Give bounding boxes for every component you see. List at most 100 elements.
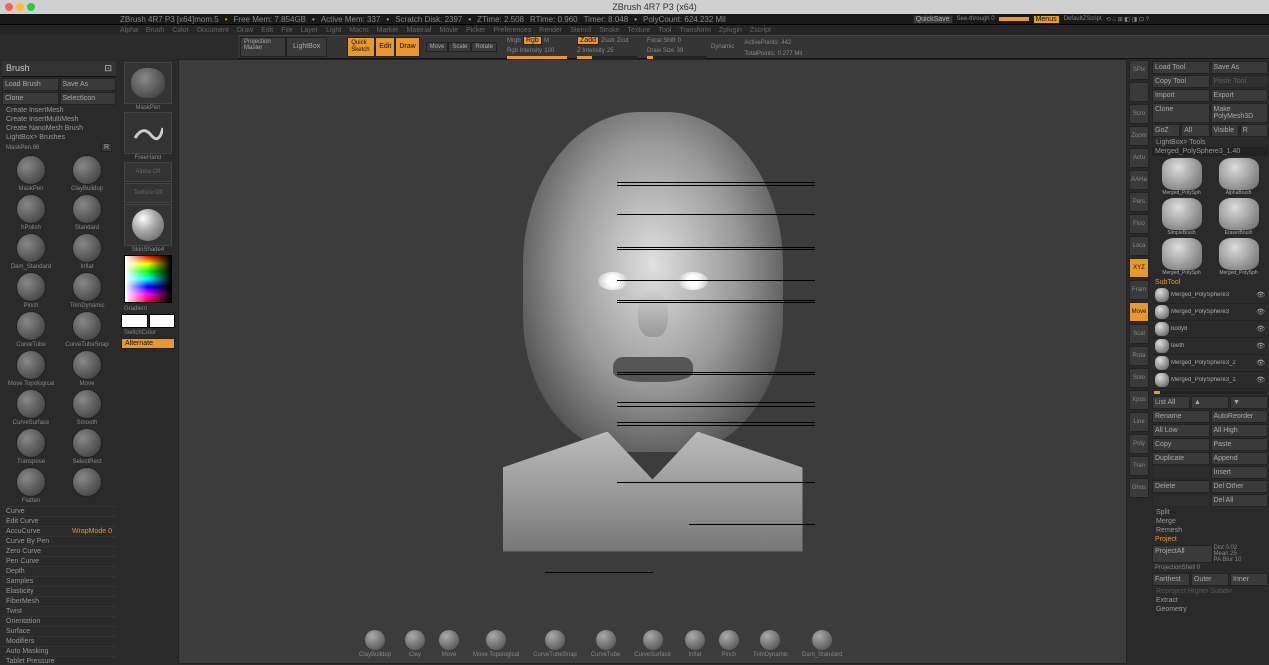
- brush-curvetubesnap[interactable]: CurveTubeSnap: [60, 311, 114, 348]
- clone-tool-button[interactable]: Clone: [1152, 103, 1210, 123]
- viewport-transp[interactable]: Tran: [1129, 456, 1149, 476]
- create-create-insertmesh[interactable]: Create InsertMesh: [2, 106, 116, 115]
- section-twist[interactable]: Twist: [2, 606, 116, 616]
- menu-marker[interactable]: Marker: [377, 27, 399, 34]
- seethrough-slider[interactable]: See-through 0: [957, 16, 995, 22]
- scale-button[interactable]: Scale: [448, 42, 471, 52]
- zadd-button[interactable]: Zadd: [577, 36, 599, 45]
- r-tool-button[interactable]: R: [1240, 124, 1268, 137]
- viewport-polyf[interactable]: Poly: [1129, 434, 1149, 454]
- section-fibermesh[interactable]: FiberMesh: [2, 596, 116, 606]
- section-merge[interactable]: Merge: [1152, 517, 1268, 526]
- subtool-row[interactable]: Merged_PolySphere3👁: [1152, 287, 1268, 304]
- load-tool-button[interactable]: Load Tool: [1152, 61, 1210, 74]
- selecticon-button[interactable]: SelectIcon: [60, 92, 117, 105]
- tool-merged_polysphere3[interactable]: Merged_PolySph: [1211, 238, 1266, 276]
- viewport-move[interactable]: Move: [1129, 302, 1149, 322]
- zcut-button[interactable]: Zcut: [617, 38, 629, 44]
- lightbox-button[interactable]: LightBox: [286, 37, 327, 57]
- shelf-clay[interactable]: Clay: [405, 630, 425, 658]
- del-other-button[interactable]: Del Other: [1211, 480, 1269, 493]
- viewport-spix-4[interactable]: SPix: [1129, 60, 1149, 80]
- shelf-curvetube[interactable]: CurveTube: [591, 630, 620, 658]
- gradient-toggle[interactable]: Gradient: [120, 305, 176, 313]
- rgb-intensity-value[interactable]: 100: [544, 48, 554, 54]
- subtool-header[interactable]: SubTool: [1152, 278, 1268, 287]
- menu-render[interactable]: Render: [539, 27, 562, 34]
- secondary-color-swatch[interactable]: [149, 314, 176, 328]
- viewport-aahalf[interactable]: AAHa: [1129, 170, 1149, 190]
- menu-tool[interactable]: Tool: [658, 27, 671, 34]
- viewport-icon[interactable]: [1129, 82, 1149, 102]
- move-button[interactable]: Move: [426, 42, 449, 52]
- section-edit-curve[interactable]: Edit Curve: [2, 516, 116, 526]
- toolbar-icons[interactable]: ⟲ ⌂ ⊞ ◧ ◨ ⊡ ?: [1106, 16, 1149, 23]
- zoom-icon[interactable]: [27, 3, 35, 11]
- brush-flatten[interactable]: Flatten: [4, 467, 58, 504]
- lightbox-tools[interactable]: LightBox> Tools: [1152, 138, 1268, 147]
- shelf-trimdynamic[interactable]: TrimDynamic: [753, 630, 788, 658]
- pablur-slider[interactable]: PA Blur 10: [1214, 557, 1269, 563]
- viewport-solo[interactable]: Solo: [1129, 368, 1149, 388]
- tool-merged_polysphere1[interactable]: Merged_PolySph: [1154, 158, 1209, 196]
- rename-button[interactable]: Rename: [1152, 410, 1210, 423]
- brush-move[interactable]: Move: [60, 350, 114, 387]
- duplicate-button[interactable]: Duplicate: [1152, 452, 1210, 465]
- draw-size-value[interactable]: 39: [677, 48, 684, 54]
- menu-zscript[interactable]: Zscript: [750, 27, 771, 34]
- menu-texture[interactable]: Texture: [627, 27, 650, 34]
- brush-pinch[interactable]: Pinch: [4, 272, 58, 309]
- copy-button[interactable]: Copy: [1152, 438, 1210, 451]
- viewport-frame[interactable]: Fram: [1129, 280, 1149, 300]
- viewport-ghost[interactable]: Ghos: [1129, 478, 1149, 498]
- menu-edit[interactable]: Edit: [261, 27, 273, 34]
- alternate-button[interactable]: Alternate: [121, 338, 175, 349]
- edit-button[interactable]: Edit: [375, 37, 395, 57]
- reproject-button[interactable]: Reproject Higher Subdiv: [1152, 587, 1268, 596]
- section-surface[interactable]: Surface: [2, 626, 116, 636]
- shelf-claybuildup[interactable]: ClayBuildup: [359, 630, 391, 658]
- append-button[interactable]: Append: [1211, 452, 1269, 465]
- brush-inflat[interactable]: Inflat: [60, 233, 114, 270]
- project-header[interactable]: Project: [1152, 535, 1268, 544]
- section-split[interactable]: Split: [1152, 508, 1268, 517]
- stroke-preview[interactable]: [124, 112, 172, 154]
- quicksketch-button[interactable]: Quick Sketch: [347, 37, 375, 57]
- brush-move-topological[interactable]: Move Topological: [4, 350, 58, 387]
- menu-movie[interactable]: Movie: [439, 27, 458, 34]
- section-modifiers[interactable]: Modifiers: [2, 636, 116, 646]
- brush-empty[interactable]: [60, 467, 114, 504]
- tool-alphabrush[interactable]: AlphaBrush: [1211, 158, 1266, 196]
- switchcolor-button[interactable]: SwitchColor: [120, 329, 176, 337]
- section-remesh[interactable]: Remesh: [1152, 526, 1268, 535]
- shelf-dam_standard[interactable]: Dam_Standard: [802, 630, 842, 658]
- autoreorder-button[interactable]: AutoReorder: [1211, 410, 1269, 423]
- dynamic-button[interactable]: Dynamic: [711, 44, 734, 50]
- all-button[interactable]: All: [1181, 124, 1209, 137]
- menu-material[interactable]: Material: [406, 27, 431, 34]
- menu-file[interactable]: File: [281, 27, 292, 34]
- tool-simplebrush[interactable]: SimpleBrush: [1154, 198, 1209, 236]
- viewport[interactable]: ClayBuildupClayMoveMove TopologicalCurve…: [178, 59, 1127, 664]
- brush-hpolish[interactable]: hPolish: [4, 194, 58, 231]
- menu-picker[interactable]: Picker: [466, 27, 485, 34]
- section-samples[interactable]: Samples: [2, 576, 116, 586]
- rotate-button[interactable]: Rotate: [471, 42, 497, 52]
- load-brush-button[interactable]: Load Brush: [2, 78, 59, 91]
- brush-dam_standard[interactable]: Dam_Standard: [4, 233, 58, 270]
- current-tool-name[interactable]: Merged_PolySphere3_1.40: [1152, 147, 1268, 156]
- lightbox-brushes[interactable]: LightBox> Brushes: [2, 133, 116, 142]
- default-script[interactable]: DefaultZScript: [1064, 16, 1102, 22]
- insert-button[interactable]: Insert: [1211, 466, 1269, 479]
- del-all-button[interactable]: Del All: [1211, 494, 1269, 507]
- subtool-row[interactable]: Merged_PolySphere3👁: [1152, 304, 1268, 321]
- create-create-insertmultimesh[interactable]: Create InsertMultiMesh: [2, 115, 116, 124]
- menu-stroke[interactable]: Stroke: [599, 27, 619, 34]
- section-curve-by-pen[interactable]: Curve By Pen: [2, 536, 116, 546]
- inner-button[interactable]: Inner: [1230, 573, 1268, 586]
- m-button[interactable]: M: [544, 38, 549, 44]
- brush-maskpen[interactable]: MaskPen: [4, 155, 58, 192]
- paste-tool-button[interactable]: Paste Tool: [1211, 75, 1269, 88]
- brush-preview[interactable]: [124, 62, 172, 104]
- rgb-button[interactable]: Rgb: [523, 36, 542, 45]
